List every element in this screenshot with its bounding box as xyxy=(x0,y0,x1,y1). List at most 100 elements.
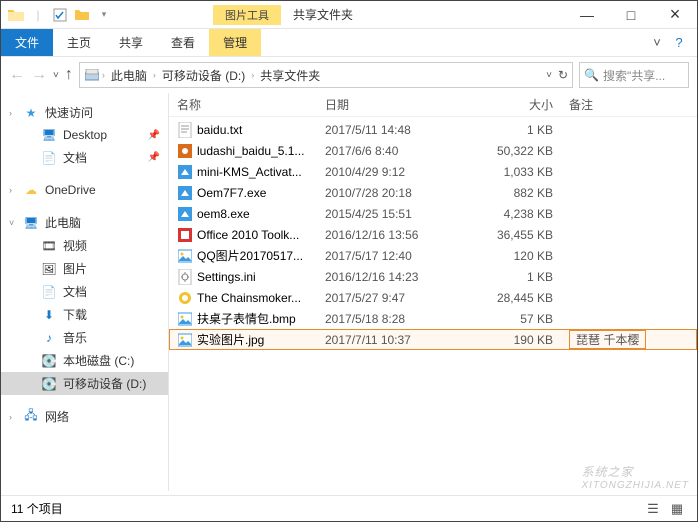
table-row[interactable]: QQ图片20170517...2017/5/17 12:40120 KB xyxy=(169,245,697,266)
chevron-right-icon[interactable]: › xyxy=(251,70,254,80)
table-row[interactable]: Office 2010 Toolk...2016/12/16 13:5636,4… xyxy=(169,224,697,245)
thumbnails-view-icon[interactable]: ▦ xyxy=(667,499,687,519)
folder-small-icon[interactable] xyxy=(73,6,91,24)
qat-dropdown-icon[interactable]: ▾ xyxy=(95,6,113,24)
back-button[interactable]: ← xyxy=(9,66,25,84)
file-size: 1,033 KB xyxy=(485,165,561,179)
chevron-right-icon[interactable]: › xyxy=(102,70,105,80)
file-size: 4,238 KB xyxy=(485,207,561,221)
ribbon-expand-icon[interactable]: ˅ xyxy=(647,33,667,53)
file-size: 882 KB xyxy=(485,186,561,200)
file-icon xyxy=(177,143,193,159)
file-date: 2017/5/27 9:47 xyxy=(325,291,485,305)
file-size: 28,445 KB xyxy=(485,291,561,305)
table-row[interactable]: oem8.exe 2015/4/25 15:514,238 KB xyxy=(169,203,697,224)
close-button[interactable]: × xyxy=(653,1,697,28)
sidebar-item-quick-access[interactable]: › ★ 快速访问 xyxy=(1,101,168,124)
tab-file[interactable]: 文件 xyxy=(1,29,53,56)
pictures-icon: 🖼 xyxy=(41,261,57,277)
file-name: oem8.exe xyxy=(197,207,250,221)
sidebar-item-documents2[interactable]: 📄文档 xyxy=(1,280,168,303)
sidebar-item-onedrive[interactable]: › ☁ OneDrive xyxy=(1,179,168,201)
file-icon xyxy=(177,206,193,222)
column-name[interactable]: 名称 xyxy=(177,96,325,113)
file-note: 琵琶 千本樱 xyxy=(561,330,697,349)
sidebar-item-cdrive[interactable]: 💽本地磁盘 (C:) xyxy=(1,349,168,372)
sidebar-item-network[interactable]: › 🖧 网络 xyxy=(1,405,168,428)
search-icon: 🔍 xyxy=(584,68,599,82)
chevron-right-icon[interactable]: › xyxy=(9,185,12,195)
file-date: 2015/4/25 15:51 xyxy=(325,207,485,221)
computer-icon: 🖥 xyxy=(23,215,39,231)
breadcrumb-drive[interactable]: 可移动设备 (D:) xyxy=(158,67,249,84)
file-date: 2016/12/16 14:23 xyxy=(325,270,485,284)
breadcrumb-folder[interactable]: 共享文件夹 xyxy=(256,67,324,84)
minimize-button[interactable]: — xyxy=(565,1,609,28)
file-size: 57 KB xyxy=(485,312,561,326)
file-date: 2017/5/18 8:28 xyxy=(325,312,485,326)
file-size: 190 KB xyxy=(485,333,561,347)
address-bar[interactable]: › 此电脑 › 可移动设备 (D:) › 共享文件夹 ˅ ↻ xyxy=(79,62,573,88)
file-date: 2016/12/16 13:56 xyxy=(325,228,485,242)
sidebar-item-documents[interactable]: 📄 文档 📌 xyxy=(1,146,168,169)
desktop-icon: 🖥 xyxy=(41,127,57,143)
sidebar-item-videos[interactable]: 🎞视频 xyxy=(1,234,168,257)
recent-dropdown-icon[interactable]: ˅ xyxy=(53,70,59,81)
qat-checkbox-icon[interactable] xyxy=(51,6,69,24)
file-icon xyxy=(177,164,193,180)
sidebar-item-music[interactable]: ♪ 音乐 xyxy=(1,326,168,349)
file-name: 实验图片.jpg xyxy=(197,331,264,348)
file-name: Settings.ini xyxy=(197,270,256,284)
address-dropdown-icon[interactable]: ˅ xyxy=(546,70,552,81)
breadcrumb-thispc[interactable]: 此电脑 xyxy=(107,67,151,84)
file-icon xyxy=(177,227,193,243)
file-icon xyxy=(177,185,193,201)
chevron-down-icon[interactable]: ˅ xyxy=(9,218,14,228)
chevron-right-icon[interactable]: › xyxy=(9,108,12,118)
file-size: 50,322 KB xyxy=(485,144,561,158)
tab-home[interactable]: 主页 xyxy=(53,29,105,56)
search-input[interactable]: 🔍 搜索"共享... xyxy=(579,62,689,88)
file-icon xyxy=(177,311,193,327)
sidebar-item-ddrive[interactable]: 💽可移动设备 (D:) xyxy=(1,372,168,395)
tab-share[interactable]: 共享 xyxy=(105,29,157,56)
column-date[interactable]: 日期 xyxy=(325,96,485,113)
status-item-count: 11 个项目 xyxy=(11,500,63,517)
maximize-button[interactable]: □ xyxy=(609,1,653,28)
sidebar-item-thispc[interactable]: ˅ 🖥 此电脑 xyxy=(1,211,168,234)
sidebar-item-label: 此电脑 xyxy=(45,214,81,231)
chevron-right-icon[interactable]: › xyxy=(153,70,156,80)
table-row[interactable]: mini-KMS_Activat...2010/4/29 9:121,033 K… xyxy=(169,161,697,182)
music-icon: ♪ xyxy=(41,330,57,346)
table-row[interactable]: 扶桌子表情包.bmp2017/5/18 8:2857 KB xyxy=(169,308,697,329)
column-size[interactable]: 大小 xyxy=(485,96,561,113)
downloads-icon: ⬇ xyxy=(41,307,57,323)
chevron-right-icon[interactable]: › xyxy=(9,412,12,422)
table-row[interactable]: Oem7F7.exe2010/7/28 20:18882 KB xyxy=(169,182,697,203)
up-button[interactable]: ↑ xyxy=(65,66,73,84)
file-name: Oem7F7.exe xyxy=(197,186,266,200)
ribbon: 文件 主页 共享 查看 管理 ˅ ? xyxy=(1,29,697,57)
table-row[interactable]: ludashi_baidu_5.1...2017/6/6 8:4050,322 … xyxy=(169,140,697,161)
sidebar-item-label: 音乐 xyxy=(63,329,87,346)
file-icon xyxy=(177,248,193,264)
forward-button[interactable]: → xyxy=(31,66,47,84)
table-row[interactable]: The Chainsmoker...2017/5/27 9:4728,445 K… xyxy=(169,287,697,308)
table-row[interactable]: baidu.txt2017/5/11 14:481 KB xyxy=(169,119,697,140)
sidebar-item-pictures[interactable]: 🖼图片 xyxy=(1,257,168,280)
file-icon xyxy=(177,332,193,348)
tab-view[interactable]: 查看 xyxy=(157,29,209,56)
sidebar-item-desktop[interactable]: 🖥 Desktop 📌 xyxy=(1,124,168,146)
tab-manage[interactable]: 管理 xyxy=(209,29,261,56)
table-row[interactable]: Settings.ini2016/12/16 14:231 KB xyxy=(169,266,697,287)
file-date: 2017/5/17 12:40 xyxy=(325,249,485,263)
sidebar-item-downloads[interactable]: ⬇下载 xyxy=(1,303,168,326)
file-size: 36,455 KB xyxy=(485,228,561,242)
drive-icon: 💽 xyxy=(41,376,57,392)
note-value: 琵琶 千本樱 xyxy=(569,330,646,349)
column-note[interactable]: 备注 xyxy=(561,96,697,113)
table-row[interactable]: 实验图片.jpg2017/7/11 10:37190 KB琵琶 千本樱 xyxy=(169,329,697,350)
details-view-icon[interactable]: ☰ xyxy=(643,499,663,519)
help-icon[interactable]: ? xyxy=(669,33,689,53)
refresh-icon[interactable]: ↻ xyxy=(558,68,568,82)
